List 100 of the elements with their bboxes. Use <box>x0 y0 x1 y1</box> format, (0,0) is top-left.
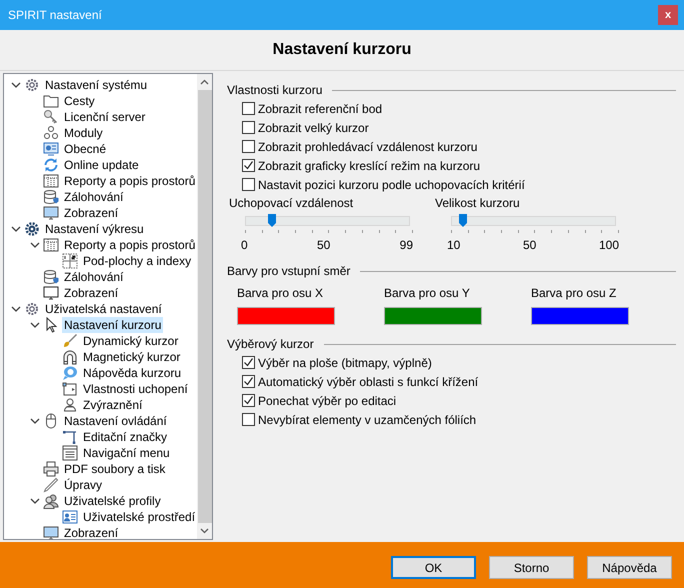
monitor-icon <box>43 285 59 301</box>
tree-item[interactable]: Online update <box>62 157 141 173</box>
checkbox-label: Zobrazit prohledávací vzdálenost kurzoru <box>258 140 478 154</box>
help-icon <box>62 365 78 381</box>
tree-item[interactable]: Zobrazení <box>62 205 120 221</box>
checkbox-label: Výběr na ploše (bitmapy, výplně) <box>258 356 432 370</box>
tree-item[interactable]: Nastavení ovládání <box>62 413 169 429</box>
scroll-down-icon[interactable] <box>200 528 210 534</box>
checkbox[interactable] <box>242 140 255 153</box>
tree-item[interactable]: Uživatelské prostředí <box>81 509 198 525</box>
checkbox[interactable] <box>242 356 255 369</box>
window-title: SPIRIT nastavení <box>8 8 102 22</box>
checkbox[interactable] <box>242 178 255 191</box>
checkbox[interactable] <box>242 121 255 134</box>
pencil-icon <box>43 477 59 493</box>
slider-track[interactable] <box>451 216 616 226</box>
monitor-icon <box>43 525 59 539</box>
color-label: Barva pro osu Y <box>384 286 471 300</box>
snap-frame-icon <box>62 381 78 397</box>
tick-label: 10 <box>447 238 460 252</box>
tree-item[interactable]: Editační značky <box>81 429 170 445</box>
tree-item[interactable]: Cesty <box>62 93 97 109</box>
tree-item[interactable]: Uživatelská nastavení <box>43 301 164 317</box>
slider-label: Uchopovací vzdálenost <box>229 196 354 212</box>
key-icon <box>43 109 59 125</box>
tick-label: 99 <box>400 238 413 252</box>
gear-icon <box>24 77 40 93</box>
users-icon <box>43 493 59 509</box>
panel-icon <box>43 141 59 157</box>
tick-label: 0 <box>241 238 248 252</box>
checkbox-label: Zobrazit velký kurzor <box>258 120 369 134</box>
color-swatch[interactable] <box>531 307 629 325</box>
tree-item[interactable]: Moduly <box>62 125 105 141</box>
table-icon <box>43 173 59 189</box>
section-title: Výběrový kurzor <box>227 337 314 351</box>
slider-label: Velikost kurzoru <box>435 196 521 212</box>
tree-item[interactable]: Uživatelské profily <box>62 493 163 509</box>
tree-item[interactable]: Licenční server <box>62 109 148 125</box>
tree-item[interactable]: Zálohování <box>62 189 126 205</box>
color-swatch[interactable] <box>384 307 482 325</box>
brush-icon <box>62 333 78 349</box>
tree-item[interactable]: Magnetický kurzor <box>81 349 182 365</box>
section-title: Barvy pro vstupní směr <box>227 264 350 278</box>
tree-item[interactable]: Úpravy <box>62 477 104 493</box>
tick-label: 50 <box>522 238 536 252</box>
tree-item[interactable]: Pod-plochy a indexy <box>81 253 194 269</box>
tree-item[interactable]: Dynamický kurzor <box>81 333 180 349</box>
tree-item[interactable]: Zobrazení <box>62 285 120 301</box>
checkbox[interactable] <box>242 413 255 426</box>
table-icon <box>43 237 59 253</box>
edit-marks-icon <box>62 429 78 445</box>
color-label: Barva pro osu Z <box>531 286 618 300</box>
dialog-button[interactable]: Nápověda <box>587 556 672 579</box>
slider-thumb[interactable] <box>268 214 276 227</box>
menu-icon <box>62 445 78 461</box>
slider-track[interactable] <box>245 216 410 226</box>
tree-item[interactable]: Reporty a popis prostorů <box>62 237 198 253</box>
monitor-icon <box>43 205 59 221</box>
tree-item[interactable]: Nastavení výkresu <box>43 221 146 237</box>
checkbox[interactable] <box>242 375 255 388</box>
tree-item[interactable]: PDF soubory a tisk <box>62 461 168 477</box>
close-button[interactable]: x <box>658 5 678 25</box>
profile-card-icon <box>62 509 78 525</box>
magnet-icon <box>62 349 78 365</box>
tree-item[interactable]: Zobrazení <box>62 525 120 539</box>
scroll-up-icon[interactable] <box>200 79 210 85</box>
dialog-button[interactable]: Storno <box>489 556 574 579</box>
gear-icon <box>24 221 40 237</box>
tree-item[interactable]: Reporty a popis prostorů <box>62 173 198 189</box>
tree-item[interactable]: Nastavení kurzoru <box>62 317 164 333</box>
color-swatch[interactable] <box>237 307 335 325</box>
tick-label: 100 <box>598 238 619 252</box>
tree-item[interactable]: Nastavení systému <box>43 77 150 93</box>
checkbox-label: Zobrazit graficky kreslící režim na kurzoru <box>258 158 480 172</box>
color-label: Barva pro osu X <box>237 286 324 300</box>
checkbox-label: Nevybírat elementy v uzamčených fóliích <box>258 412 476 426</box>
database-icon <box>43 189 59 205</box>
checkbox[interactable] <box>242 394 255 407</box>
highlight-icon <box>62 397 78 413</box>
dialog-button[interactable]: OK <box>391 556 476 579</box>
checkbox[interactable] <box>242 159 255 172</box>
numbered-grid-icon <box>62 253 78 269</box>
scrollbar[interactable] <box>197 74 212 539</box>
tree-item[interactable]: Nápověda kurzoru <box>81 365 184 381</box>
tree-item[interactable]: Obecné <box>62 141 108 157</box>
tree-item[interactable]: Zálohování <box>62 269 126 285</box>
tree-item[interactable]: Vlastnosti uchopení <box>81 381 190 397</box>
folder-icon <box>43 93 59 109</box>
tree-item[interactable]: Navigační menu <box>81 445 172 461</box>
tree-item[interactable]: Zvýraznění <box>81 397 144 413</box>
checkbox-label: Automatický výběr oblasti s funkcí křížení <box>258 374 478 388</box>
refresh-icon <box>43 157 59 173</box>
database-icon <box>43 269 59 285</box>
checkbox[interactable] <box>242 102 255 115</box>
page-title: Nastavení kurzoru <box>272 41 412 59</box>
mouse-icon <box>43 413 59 429</box>
gear-icon <box>24 301 40 317</box>
section-title: Vlastnosti kurzoru <box>227 83 322 97</box>
printer-icon <box>43 461 59 477</box>
slider-thumb[interactable] <box>459 214 468 227</box>
